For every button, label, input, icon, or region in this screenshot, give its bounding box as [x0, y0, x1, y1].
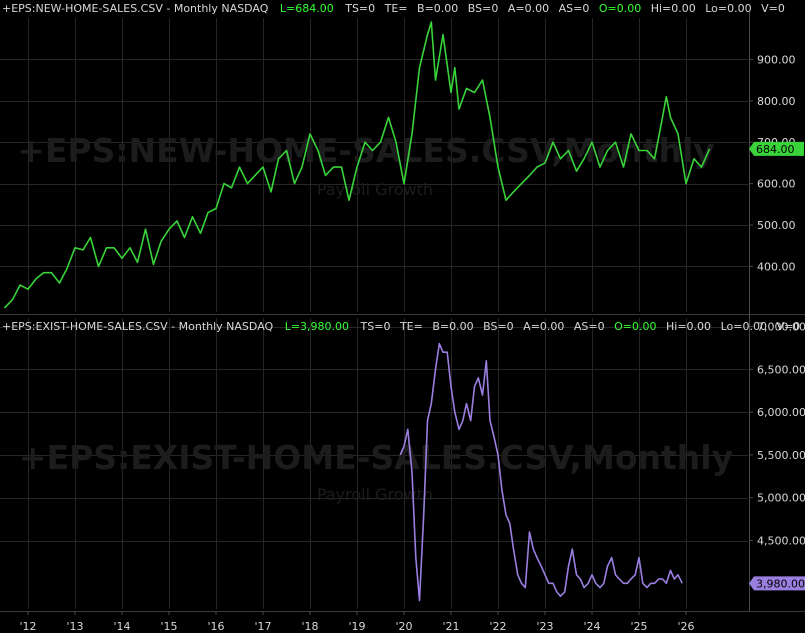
xtick-label-6: '18 — [301, 620, 318, 633]
chart-canvas[interactable]: +EPS:NEW-HOME-SALES.CSV,Monthly Payroll … — [0, 0, 805, 633]
xtick-label-1: '13 — [66, 620, 83, 633]
existing-home-sales-last-value: 3,980.00 — [756, 577, 805, 590]
hdr1-as: AS=0 — [574, 320, 605, 333]
existing-home-sales-last: L=3,980.00 — [285, 320, 349, 333]
panel1-ytick-label-2: 5,500.00 — [757, 449, 805, 462]
new-home-sales-watermark: +EPS:NEW-HOME-SALES.CSV,Monthly — [17, 131, 715, 170]
hdr0-a: A=0.00 — [508, 2, 549, 15]
hdr1-lo: Lo=0.00 — [721, 320, 767, 333]
hdr0-b: B=0.00 — [417, 2, 458, 15]
xtick-label-0: '12 — [19, 620, 36, 633]
hdr0-lo: Lo=0.00 — [705, 2, 751, 15]
new-home-sales-last-value: 684.00 — [756, 143, 795, 156]
panel1-ytick-label-1: 5,000.00 — [757, 492, 805, 505]
hdr0-hi: Hi=0.00 — [651, 2, 696, 15]
hdr1-v: V=0 — [776, 320, 800, 333]
xtick-label-12: '24 — [583, 620, 600, 633]
panel0-ytick-label-1: 500.00 — [757, 219, 796, 232]
new-home-sales-symbol: +EPS:NEW-HOME-SALES.CSV - Monthly NASDAQ — [2, 2, 269, 15]
existing-home-sales-header: +EPS:EXIST-HOME-SALES.CSV - Monthly NASD… — [2, 320, 800, 333]
hdr0-as: AS=0 — [559, 2, 590, 15]
panel1-ytick-label-4: 6,500.00 — [757, 363, 805, 376]
panel0-ytick-label-4: 800.00 — [757, 95, 796, 108]
xtick-label-14: '26 — [677, 620, 694, 633]
existing-home-sales-watermark: +EPS:EXIST-HOME-SALES.CSV,Monthly — [19, 438, 733, 477]
hdr0-te: TE= — [384, 2, 408, 15]
xtick-label-2: '14 — [113, 620, 130, 633]
hdr1-te: TE= — [399, 320, 423, 333]
hdr1-a: A=0.00 — [523, 320, 564, 333]
hdr1-ts: TS=0 — [360, 320, 391, 333]
hdr0-open: O=0.00 — [599, 2, 641, 15]
new-home-sales-watermark-subtitle: Payroll Growth — [317, 180, 433, 199]
hdr0-v: V=0 — [761, 2, 785, 15]
new-home-sales-last-value-badge: 684.00 — [749, 141, 804, 156]
hdr1-hi: Hi=0.00 — [666, 320, 711, 333]
xtick-label-11: '23 — [536, 620, 553, 633]
hdr1-bs: BS=0 — [483, 320, 514, 333]
panel1-ytick-label-3: 6,000.00 — [757, 406, 805, 419]
hdr0-bs: BS=0 — [468, 2, 499, 15]
panel0-ytick-label-5: 900.00 — [757, 53, 796, 66]
xtick-label-10: '22 — [489, 620, 506, 633]
chart-background — [0, 0, 805, 633]
xtick-label-9: '21 — [442, 620, 459, 633]
panel1-ytick-label-0: 4,500.00 — [757, 535, 805, 548]
existing-home-sales-watermark-subtitle: Payroll Growth — [317, 485, 433, 504]
new-home-sales-last: L=684.00 — [280, 2, 334, 15]
existing-home-sales-last-value-badge: 3,980.00 — [749, 576, 805, 591]
panel0-ytick-label-0: 400.00 — [757, 260, 796, 273]
xtick-label-5: '17 — [254, 620, 271, 633]
xtick-label-7: '19 — [348, 620, 365, 633]
hdr1-b: B=0.00 — [432, 320, 473, 333]
xtick-label-13: '25 — [630, 620, 647, 633]
existing-home-sales-symbol: +EPS:EXIST-HOME-SALES.CSV - Monthly NASD… — [2, 320, 274, 333]
hdr0-ts: TS=0 — [344, 2, 375, 15]
xtick-label-3: '15 — [160, 620, 177, 633]
panel0-ytick-label-2: 600.00 — [757, 178, 796, 191]
new-home-sales-header: +EPS:NEW-HOME-SALES.CSV - Monthly NASDAQ… — [2, 2, 785, 15]
hdr1-open: O=0.00 — [614, 320, 656, 333]
xtick-label-8: '20 — [395, 620, 412, 633]
xtick-label-4: '16 — [207, 620, 224, 633]
